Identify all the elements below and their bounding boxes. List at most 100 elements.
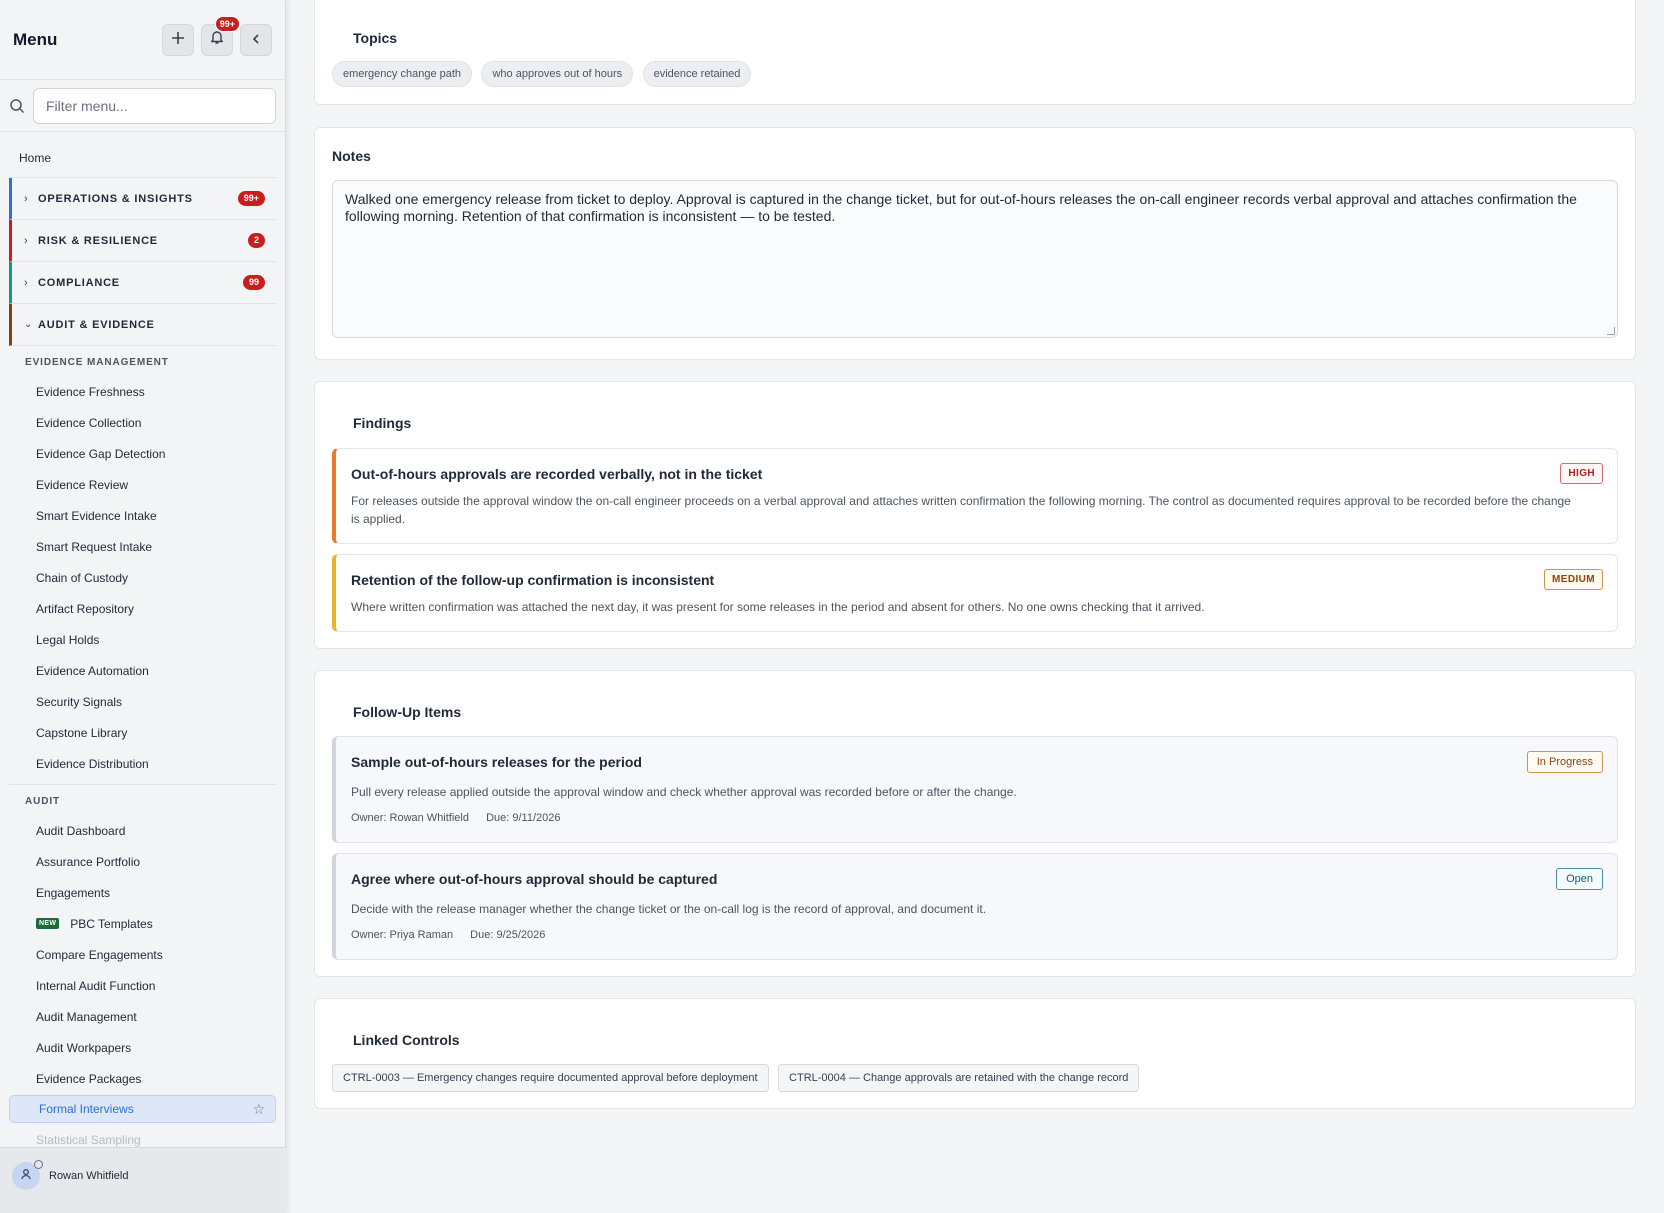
nav-group-label: OPERATIONS & INSIGHTS (38, 192, 193, 205)
nav-item-evidence-packages[interactable]: Evidence Packages (9, 1063, 276, 1094)
new-tag: NEW (36, 918, 60, 929)
user-name: Rowan Whitfield (49, 1169, 129, 1182)
findings-title: Findings (353, 415, 412, 431)
linked-control-chip[interactable]: CTRL-0004 — Change approvals are retaine… (778, 1064, 1140, 1092)
followups-title: Follow-Up Items (353, 704, 462, 720)
bell-icon (209, 29, 225, 50)
notes-title: Notes (332, 148, 371, 164)
nav-group-risk[interactable]: › RISK & RESILIENCE 2 (9, 220, 276, 262)
topic-chip[interactable]: emergency change path (332, 61, 473, 87)
chevron-down-icon: ⌄ (24, 319, 33, 330)
sidebar-title: Menu (13, 29, 58, 49)
chevron-right-icon: › (24, 192, 28, 205)
nav-item-compare-engagements[interactable]: Compare Engagements (9, 939, 276, 970)
followups-card: Follow-Up Items Sample out-of-hours rele… (314, 670, 1636, 977)
plus-icon (171, 30, 185, 50)
resize-handle-icon[interactable] (1607, 327, 1615, 335)
count-badge: 2 (247, 233, 265, 248)
nav-item-formal-interviews[interactable]: Formal Interviews ☆ (9, 1095, 276, 1123)
followup-owner: Owner: Rowan Whitfield (351, 812, 469, 824)
nav-item-internal-audit-function[interactable]: Internal Audit Function (9, 970, 276, 1001)
followup-description: Pull every release applied outside the a… (351, 785, 1017, 799)
followup-due: Due: 9/11/2026 (486, 812, 561, 824)
star-icon[interactable]: ☆ (252, 1101, 265, 1118)
user-icon (20, 1167, 32, 1185)
nav-item-pbc-templates[interactable]: NEW PBC Templates (9, 908, 276, 939)
nav-item-audit-management[interactable]: Audit Management (9, 1001, 276, 1032)
finding-description: Where written confirmation was attached … (351, 600, 1205, 614)
finding-item[interactable]: Out-of-hours approvals are recorded verb… (332, 448, 1618, 544)
sidebar-header: Menu 99+ (0, 0, 285, 80)
linked-controls-title: Linked Controls (353, 1032, 460, 1048)
followup-title: Agree where out-of-hours approval should… (351, 871, 718, 887)
nav-item-evidence-review[interactable]: Evidence Review (9, 469, 276, 500)
search-icon (9, 98, 25, 114)
nav-item-chain-of-custody[interactable]: Chain of Custody (9, 562, 276, 593)
nav-divider (9, 784, 276, 785)
chevron-left-icon (250, 30, 262, 50)
topics-card: Topics emergency change path who approve… (314, 0, 1636, 105)
nav-item-engagements[interactable]: Engagements (9, 877, 276, 908)
nav-group-operations[interactable]: › OPERATIONS & INSIGHTS 99+ (9, 178, 276, 220)
followup-due: Due: 9/25/2026 (470, 929, 546, 941)
status-dot (34, 1159, 43, 1169)
nav-item-evidence-automation[interactable]: Evidence Automation (9, 655, 276, 686)
sidebar-search (0, 80, 285, 132)
followup-meta: Owner: Priya Raman Due: 9/25/2026 (351, 929, 559, 941)
nav-item-label: Formal Interviews (39, 1102, 134, 1116)
nav-item-evidence-distribution[interactable]: Evidence Distribution (9, 748, 276, 779)
nav-item-evidence-gap-detection[interactable]: Evidence Gap Detection (9, 438, 276, 469)
linked-control-chip[interactable]: CTRL-0003 — Emergency changes require do… (332, 1064, 769, 1092)
finding-item[interactable]: Retention of the follow-up confirmation … (332, 554, 1618, 632)
topic-chip[interactable]: evidence retained (642, 61, 752, 87)
followup-item[interactable]: Sample out-of-hours releases for the per… (332, 736, 1618, 843)
nav-item-audit-dashboard[interactable]: Audit Dashboard (9, 815, 276, 846)
nav-item-assurance-portfolio[interactable]: Assurance Portfolio (9, 846, 276, 877)
nav-item-security-signals[interactable]: Security Signals (9, 686, 276, 717)
severity-badge: HIGH (1560, 463, 1603, 484)
finding-title: Retention of the follow-up confirmation … (351, 572, 715, 588)
nav-item-statistical-sampling[interactable]: Statistical Sampling (9, 1124, 276, 1147)
notifications-badge: 99+ (214, 15, 240, 32)
avatar (12, 1159, 43, 1190)
followup-owner: Owner: Priya Raman (351, 929, 454, 941)
linked-controls-card: Linked Controls CTRL-0003 — Emergency ch… (314, 998, 1636, 1109)
status-badge: Open (1556, 868, 1603, 890)
nav-section-audit: AUDIT (25, 796, 61, 807)
followup-description: Decide with the release manager whether … (351, 902, 987, 916)
finding-title: Out-of-hours approvals are recorded verb… (351, 466, 763, 482)
nav-item-artifact-repository[interactable]: Artifact Repository (9, 593, 276, 624)
nav-item-evidence-collection[interactable]: Evidence Collection (9, 407, 276, 438)
nav-section-evidence-management: EVIDENCE MANAGEMENT (25, 357, 169, 368)
status-badge: In Progress (1526, 751, 1603, 773)
followup-item[interactable]: Agree where out-of-hours approval should… (332, 853, 1618, 960)
nav-item-audit-workpapers[interactable]: Audit Workpapers (9, 1032, 276, 1063)
followup-title: Sample out-of-hours releases for the per… (351, 754, 642, 770)
finding-description: For releases outside the approval window… (351, 494, 1571, 526)
notes-text: Walked one emergency release from ticket… (345, 191, 1577, 224)
nav-item-capstone-library[interactable]: Capstone Library (9, 717, 276, 748)
nav-home[interactable]: Home (9, 137, 276, 178)
count-badge: 99+ (237, 191, 265, 206)
followup-meta: Owner: Rowan Whitfield Due: 9/11/2026 (351, 812, 574, 824)
topic-chip[interactable]: who approves out of hours (481, 61, 634, 87)
nav-item-evidence-freshness[interactable]: Evidence Freshness (9, 376, 276, 407)
sidebar: Menu 99+ Home › OPERATIONS & INSIGHTS (0, 0, 286, 1213)
chevron-right-icon: › (24, 234, 28, 247)
nav-group-label: RISK & RESILIENCE (38, 234, 158, 247)
notes-textarea[interactable]: Walked one emergency release from ticket… (332, 180, 1618, 338)
notes-card: Notes Walked one emergency release from … (314, 127, 1636, 360)
notifications-button[interactable]: 99+ (201, 15, 240, 56)
nav-group-compliance[interactable]: › COMPLIANCE 99 (9, 262, 276, 304)
nav-item-smart-evidence-intake[interactable]: Smart Evidence Intake (9, 500, 276, 531)
topics-title: Topics (353, 30, 398, 46)
add-button[interactable] (162, 23, 194, 56)
chevron-right-icon: › (24, 276, 28, 289)
severity-badge: MEDIUM (1544, 569, 1603, 590)
nav-item-legal-holds[interactable]: Legal Holds (9, 624, 276, 655)
nav-group-audit-evidence[interactable]: ⌄ AUDIT & EVIDENCE (9, 304, 276, 346)
collapse-sidebar-button[interactable] (240, 23, 272, 56)
user-footer[interactable]: Rowan Whitfield (0, 1147, 286, 1213)
filter-menu-input[interactable] (33, 87, 276, 124)
nav-item-smart-request-intake[interactable]: Smart Request Intake (9, 531, 276, 562)
